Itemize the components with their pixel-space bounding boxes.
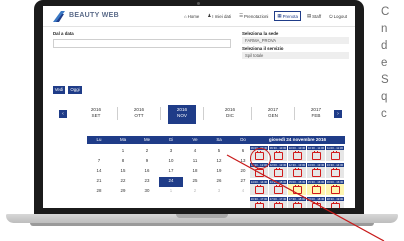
pointer-line	[226, 154, 385, 241]
side-caption: CndeSqc	[381, 4, 389, 123]
side-letter: c	[381, 108, 387, 120]
side-letter: S	[381, 74, 389, 86]
side-letter: C	[381, 6, 390, 18]
side-letter: d	[381, 40, 388, 52]
side-letter: n	[381, 23, 388, 35]
side-letter: e	[381, 57, 388, 69]
side-letter: q	[381, 91, 388, 103]
